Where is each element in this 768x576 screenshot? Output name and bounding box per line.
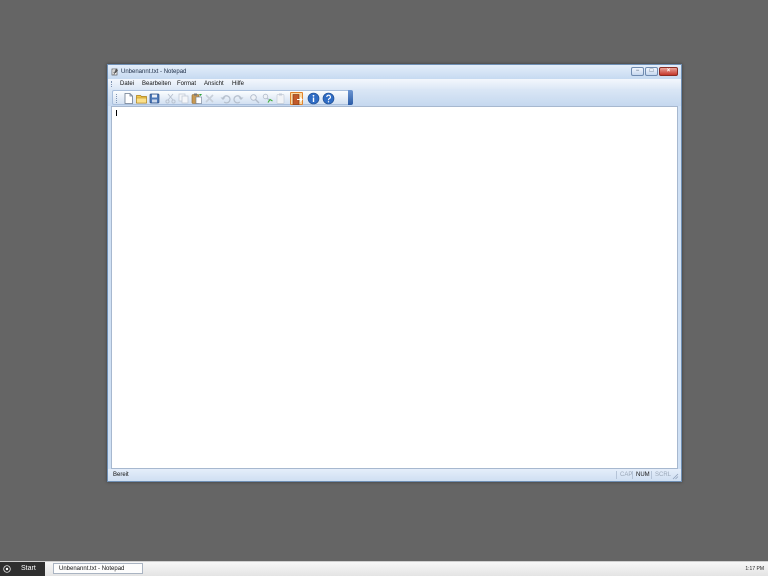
status-cap-indicator: CAP <box>616 471 632 479</box>
menu-grip <box>111 81 114 87</box>
paste-icon[interactable] <box>190 92 203 105</box>
minimize-icon: − <box>635 68 640 74</box>
maximize-icon: □ <box>649 68 654 74</box>
title-bar[interactable]: Unbenannt.txt - Notepad − □ × <box>108 65 681 79</box>
help-icon[interactable] <box>322 92 335 105</box>
info-icon[interactable] <box>307 92 320 105</box>
menu-datei[interactable]: Datei <box>120 81 134 87</box>
start-orb-icon <box>3 565 11 573</box>
status-num-indicator: NUM <box>632 471 650 479</box>
window-title: Unbenannt.txt - Notepad <box>121 69 187 75</box>
window-controls: − □ × <box>631 67 678 76</box>
toolbar-grip[interactable] <box>116 94 119 103</box>
taskbar-clock[interactable]: 1:17 PM <box>745 566 764 572</box>
close-icon: × <box>666 68 671 74</box>
exit-icon[interactable] <box>290 92 303 105</box>
maximize-button[interactable]: □ <box>645 67 658 76</box>
menu-bar: Datei Bearbeiten Format Ansicht Hilfe <box>108 79 681 89</box>
status-scrl-indicator: SCRL <box>651 471 671 479</box>
resize-grip-icon[interactable] <box>672 473 679 480</box>
menu-ansicht[interactable]: Ansicht <box>204 81 224 87</box>
start-label: Start <box>21 565 36 572</box>
menu-hilfe[interactable]: Hilfe <box>232 81 244 87</box>
redo-icon[interactable] <box>232 92 245 105</box>
new-document-icon[interactable] <box>122 92 135 105</box>
text-editor-area[interactable] <box>111 106 678 469</box>
taskbar: Start Unbenannt.txt - Notepad 1:17 PM <box>0 561 768 576</box>
close-button[interactable]: × <box>659 67 678 76</box>
minimize-button[interactable]: − <box>631 67 644 76</box>
text-caret <box>116 110 117 116</box>
find-icon[interactable] <box>248 92 261 105</box>
undo-icon[interactable] <box>219 92 232 105</box>
copy-icon[interactable] <box>177 92 190 105</box>
notepad-window[interactable]: Unbenannt.txt - Notepad − □ × Datei Bear… <box>107 64 682 482</box>
notepad-app-icon[interactable] <box>111 68 119 76</box>
toolbar <box>112 90 352 105</box>
delete-icon[interactable] <box>203 92 216 105</box>
menu-bearbeiten[interactable]: Bearbeiten <box>142 81 171 87</box>
status-bar: Bereit CAP NUM SCRL <box>108 469 681 481</box>
menu-format[interactable]: Format <box>177 81 196 87</box>
cut-icon[interactable] <box>164 92 177 105</box>
status-text: Bereit <box>113 472 129 478</box>
replace-icon[interactable] <box>261 92 274 105</box>
toolbar-row <box>108 89 681 106</box>
taskbar-item-notepad[interactable]: Unbenannt.txt - Notepad <box>53 563 143 574</box>
save-icon[interactable] <box>148 92 161 105</box>
open-folder-icon[interactable] <box>135 92 148 105</box>
toolbar-overflow-chevron[interactable] <box>348 90 353 105</box>
taskbar-item-label: Unbenannt.txt - Notepad <box>59 566 125 572</box>
clipboard-icon[interactable] <box>274 92 287 105</box>
start-button[interactable]: Start <box>0 562 45 576</box>
